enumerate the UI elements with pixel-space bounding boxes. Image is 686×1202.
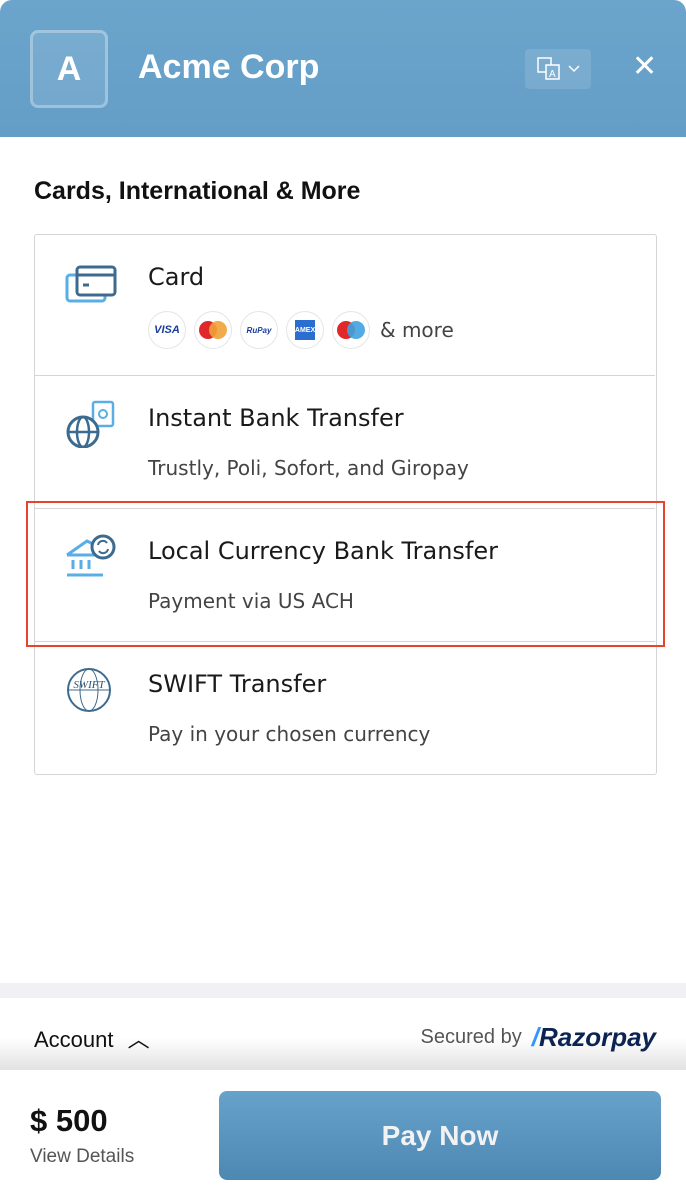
svg-text:A: A	[549, 69, 556, 80]
merchant-name: Acme Corp	[138, 48, 320, 86]
account-toggle[interactable]: Account ︿	[34, 1022, 150, 1054]
rupay-icon: RuPay	[240, 311, 278, 349]
view-details-link[interactable]: View Details	[30, 1146, 134, 1168]
close-button[interactable]: ✕	[632, 50, 657, 84]
amount: $ 500	[30, 1103, 108, 1138]
more-networks-label: & more	[380, 318, 454, 342]
card-network-badges: VISA RuPay AMEX & more	[148, 311, 454, 349]
pay-now-button[interactable]: Pay Now	[219, 1091, 661, 1180]
method-subtitle: Trustly, Poli, Sofort, and Giropay	[148, 456, 469, 480]
maestro-icon	[332, 311, 370, 349]
account-label: Account	[34, 1027, 114, 1052]
swift-icon: SWIFT	[67, 668, 111, 712]
translate-icon: A	[537, 57, 560, 80]
mastercard-icon	[194, 311, 232, 349]
method-card[interactable]: Card VISA RuPay AMEX & more	[35, 235, 655, 376]
amex-icon: AMEX	[286, 311, 324, 349]
highlight-box	[26, 501, 665, 647]
account-bar: Account ︿ Secured by/Razorpay	[0, 998, 686, 1070]
method-instant-bank-transfer[interactable]: Instant Bank Transfer Trustly, Poli, Sof…	[35, 376, 655, 509]
chevron-down-icon	[568, 65, 580, 73]
card-icon	[65, 265, 117, 303]
method-swift-transfer[interactable]: SWIFT SWIFT Transfer Pay in your chosen …	[35, 642, 655, 775]
header: A Acme Corp A ✕	[0, 0, 686, 137]
divider	[0, 983, 686, 998]
method-title: Card	[148, 263, 205, 291]
method-subtitle: Pay in your chosen currency	[148, 722, 431, 746]
secured-by-label: Secured by	[420, 1026, 522, 1048]
chevron-up-icon: ︿	[127, 1027, 150, 1052]
method-title: Instant Bank Transfer	[148, 404, 404, 432]
razorpay-logo: /Razorpay	[531, 1022, 656, 1052]
checkout-bar: $ 500 View Details Pay Now	[0, 1070, 686, 1202]
svg-text:SWIFT: SWIFT	[73, 679, 105, 691]
language-selector[interactable]: A	[525, 49, 591, 89]
section-title: Cards, International & More	[34, 177, 361, 205]
visa-icon: VISA	[148, 311, 186, 349]
globe-bank-icon	[66, 400, 115, 448]
method-title: SWIFT Transfer	[148, 670, 327, 698]
secured-by: Secured by/Razorpay	[421, 1022, 656, 1053]
merchant-logo: A	[30, 30, 108, 108]
